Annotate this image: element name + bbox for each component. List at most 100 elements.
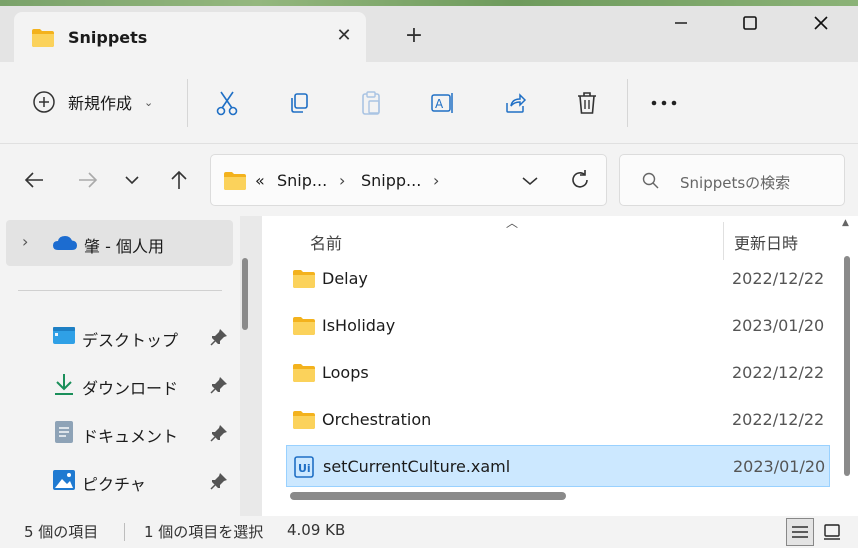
file-name: IsHoliday <box>322 316 396 335</box>
selection-count: 1 個の項目を選択 <box>144 523 264 541</box>
refresh-icon[interactable] <box>569 169 591 191</box>
file-name: setCurrentCulture.xaml <box>323 457 511 476</box>
folder-icon <box>224 172 246 190</box>
svg-text:A: A <box>435 97 444 111</box>
sidebar-item-downloads[interactable]: ダウンロード <box>0 364 240 404</box>
column-divider[interactable] <box>723 222 724 260</box>
close-window-button[interactable] <box>801 8 841 38</box>
breadcrumb-separator-icon[interactable]: › <box>433 171 439 190</box>
pin-icon[interactable] <box>210 376 228 394</box>
sidebar-item-label: ダウンロード <box>82 379 179 398</box>
scrollbar-thumb[interactable] <box>844 256 850 476</box>
more-options-button[interactable] <box>649 88 679 118</box>
download-icon <box>55 374 73 395</box>
file-row[interactable]: IsHoliday 2023/01/20 <box>286 305 830 347</box>
status-bar: 5 個の項目 1 個の項目を選択 4.09 KB <box>0 516 858 548</box>
file-row[interactable]: Delay 2022/12/22 <box>286 258 830 300</box>
chevron-down-icon: ⌄ <box>144 95 154 109</box>
column-header-date-modified[interactable]: 更新日時 <box>734 230 798 254</box>
chevron-right-icon[interactable]: › <box>22 232 28 251</box>
maximize-button[interactable] <box>730 8 770 38</box>
scrollbar-thumb[interactable] <box>242 258 248 330</box>
arrow-left-icon <box>24 172 43 188</box>
file-date: 2022/12/22 <box>732 410 825 429</box>
close-tab-icon[interactable]: ✕ <box>332 24 356 48</box>
file-name: Delay <box>322 269 368 288</box>
sidebar-item-label: デスクトップ <box>82 331 179 350</box>
status-divider <box>124 523 125 541</box>
breadcrumb-item[interactable]: Snipp... <box>361 171 421 190</box>
list-view-icon <box>792 526 808 538</box>
picture-icon <box>53 470 75 490</box>
new-button[interactable]: 新規作成 ⌄ <box>32 89 153 115</box>
item-count: 5 個の項目 <box>24 523 99 541</box>
search-placeholder: Snippetsの検索 <box>680 174 791 192</box>
file-list: ︿ 名前 更新日時 Delay 2022/12/22 IsHoliday 202… <box>262 216 858 516</box>
search-box[interactable]: Snippetsの検索 <box>619 154 845 206</box>
scissors-icon <box>216 91 238 116</box>
file-list-horizontal-scrollbar[interactable] <box>290 492 566 500</box>
back-button[interactable] <box>20 166 48 194</box>
uipath-file-icon: Ui <box>294 456 314 478</box>
tab-title: Snippets <box>68 28 148 47</box>
file-row[interactable]: Loops 2022/12/22 <box>286 352 830 394</box>
minimize-icon <box>675 22 687 24</box>
address-bar[interactable]: « Snip... › Snipp... › <box>210 154 607 206</box>
folder-icon <box>293 364 315 382</box>
breadcrumb-overflow[interactable]: « <box>255 171 265 190</box>
forward-button[interactable] <box>74 166 102 194</box>
tab-snippets[interactable]: Snippets ✕ <box>14 12 366 62</box>
arrow-right-icon <box>79 172 98 188</box>
file-row-selected[interactable]: Ui setCurrentCulture.xaml 2023/01/20 <box>286 445 830 487</box>
navigation-pane: › 肇 - 個人用 デスクトップ ダウンロード ドキュメント ピクチャ <box>0 216 248 516</box>
title-bar: Snippets ✕ + <box>0 0 858 62</box>
pin-icon[interactable] <box>210 424 228 442</box>
scroll-up-icon[interactable]: ▲ <box>842 218 849 228</box>
pin-icon[interactable] <box>210 328 228 346</box>
sidebar-item-label: ピクチャ <box>82 475 146 494</box>
copy-icon <box>291 93 308 113</box>
recent-locations-button[interactable] <box>118 166 146 194</box>
delete-button[interactable] <box>572 88 602 118</box>
maximize-icon <box>743 16 757 30</box>
arrow-up-icon <box>171 170 187 189</box>
details-view-button[interactable] <box>786 518 814 546</box>
sidebar-scrollbar[interactable] <box>240 256 252 516</box>
navigation-bar: « Snip... › Snipp... › Snippetsの検索 <box>0 144 858 216</box>
column-header-name[interactable]: 名前 <box>310 230 342 254</box>
folder-icon <box>293 411 315 429</box>
command-bar: 新規作成 ⌄ A <box>0 62 858 144</box>
tiles-view-button[interactable] <box>818 518 846 546</box>
cut-button[interactable] <box>212 88 242 118</box>
file-date: 2023/01/20 <box>732 316 825 335</box>
svg-text:Ui: Ui <box>298 462 311 475</box>
copy-button[interactable] <box>284 88 314 118</box>
sidebar-item-onedrive[interactable]: › 肇 - 個人用 <box>6 220 233 266</box>
cloud-icon <box>53 236 77 250</box>
minimize-button[interactable] <box>661 8 701 38</box>
new-tab-button[interactable]: + <box>400 22 428 50</box>
share-button[interactable] <box>500 88 530 118</box>
chevron-down-icon[interactable] <box>522 176 538 186</box>
file-list-vertical-scrollbar[interactable]: ▲ <box>840 216 854 486</box>
desktop-background-strip <box>0 0 858 6</box>
rename-icon: A <box>431 93 453 113</box>
file-name: Orchestration <box>322 410 432 429</box>
sidebar-item-pictures[interactable]: ピクチャ <box>0 460 240 500</box>
sidebar-item-documents[interactable]: ドキュメント <box>0 412 240 452</box>
sidebar-item-label: 肇 - 個人用 <box>84 237 164 256</box>
breadcrumb-separator-icon[interactable]: › <box>339 171 345 190</box>
file-date: 2023/01/20 <box>733 457 826 476</box>
file-date: 2022/12/22 <box>732 363 825 382</box>
sidebar-divider <box>18 290 222 291</box>
breadcrumb-item[interactable]: Snip... <box>277 171 327 190</box>
pin-icon[interactable] <box>210 472 228 490</box>
sidebar-item-desktop[interactable]: デスクトップ <box>0 316 240 356</box>
folder-icon <box>32 29 54 47</box>
rename-button[interactable]: A <box>428 88 458 118</box>
file-date: 2022/12/22 <box>732 269 825 288</box>
file-row[interactable]: Orchestration 2022/12/22 <box>286 399 830 441</box>
folder-icon <box>293 270 315 288</box>
paste-button[interactable] <box>356 88 386 118</box>
up-button[interactable] <box>165 166 193 194</box>
